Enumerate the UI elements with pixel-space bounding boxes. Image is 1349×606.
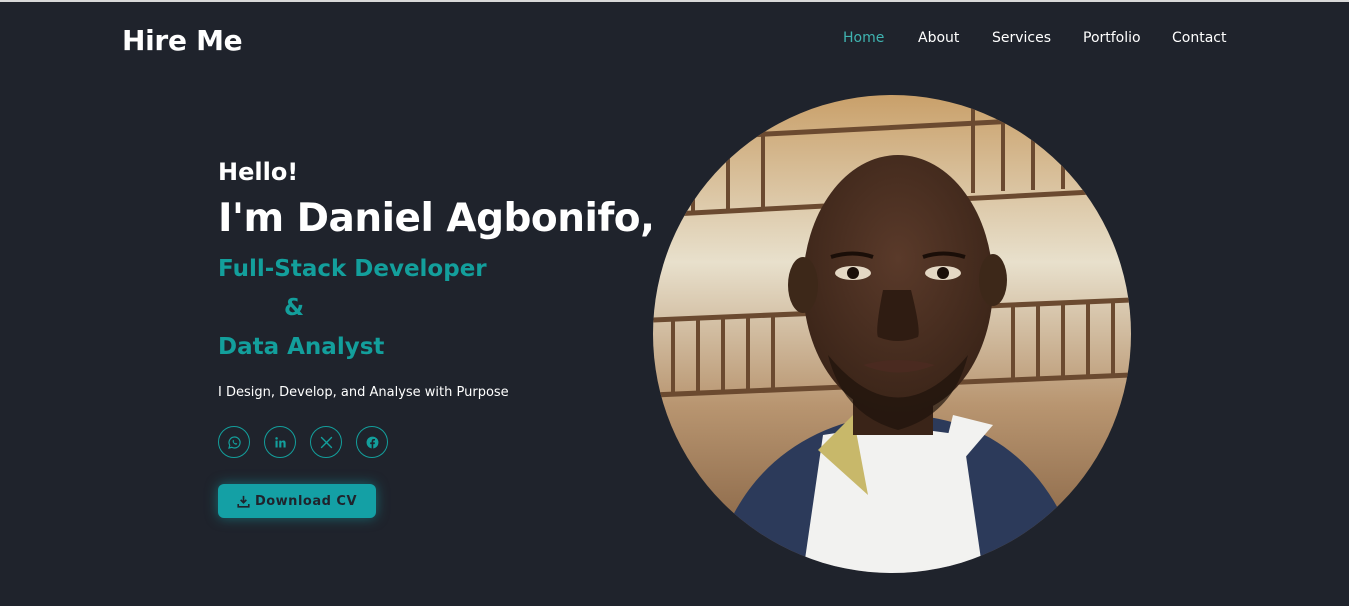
- facebook-link[interactable]: [356, 426, 388, 458]
- role-ampersand: &: [284, 295, 305, 321]
- profile-photo-illustration: [653, 95, 1131, 573]
- nav-portfolio[interactable]: Portfolio: [1083, 30, 1141, 46]
- role-data-analyst: Data Analyst: [218, 334, 385, 360]
- greeting: Hello!: [218, 158, 299, 186]
- whatsapp-link[interactable]: [218, 426, 250, 458]
- whatsapp-icon: [227, 435, 241, 449]
- x-icon: [320, 436, 332, 448]
- download-icon: [237, 495, 250, 508]
- download-cv-button[interactable]: Download CV: [218, 484, 376, 518]
- social-links: [218, 426, 418, 460]
- linkedin-icon: [274, 436, 286, 447]
- role-fullstack: Full-Stack Developer: [218, 256, 487, 282]
- site-header: Hire Me Home About Services Portfolio Co…: [0, 2, 1349, 78]
- x-link[interactable]: [310, 426, 342, 458]
- nav-about[interactable]: About: [918, 30, 959, 46]
- nav-services[interactable]: Services: [992, 30, 1051, 46]
- profile-photo: [653, 95, 1131, 573]
- hero-name: I'm Daniel Agbonifo,: [218, 196, 655, 241]
- facebook-icon: [366, 436, 378, 448]
- main-nav: Home About Services Portfolio Contact: [0, 30, 1349, 54]
- nav-home[interactable]: Home: [843, 30, 884, 46]
- download-cv-label: Download CV: [254, 493, 358, 509]
- linkedin-link[interactable]: [264, 426, 296, 458]
- nav-contact[interactable]: Contact: [1172, 30, 1226, 46]
- hero-tagline: I Design, Develop, and Analyse with Purp…: [218, 385, 509, 400]
